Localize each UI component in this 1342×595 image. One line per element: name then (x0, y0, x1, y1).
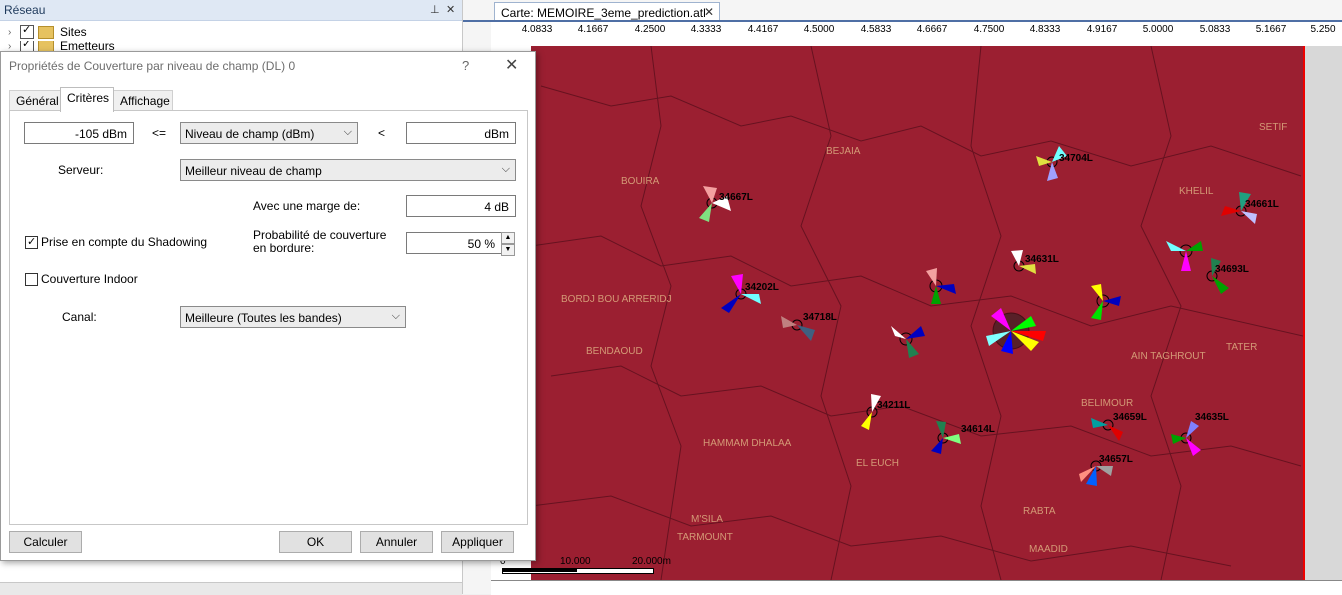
tree-item-label: Sites (60, 25, 87, 39)
field-value: 50 % (467, 237, 495, 251)
site-label: 34667L (719, 192, 753, 203)
ruler-tick: 4.3333 (690, 24, 722, 35)
operator-lt: < (378, 126, 386, 140)
tab-label: Général (16, 94, 59, 108)
tree-item-sites[interactable]: › Sites (8, 23, 87, 40)
ruler-tick: 5.0000 (1142, 24, 1174, 35)
stepper-down-icon[interactable]: ▼ (501, 244, 515, 256)
ruler-tick: 4.6667 (916, 24, 948, 35)
scale-end: 20.000m (632, 556, 671, 567)
site-label: 34704L (1059, 153, 1093, 164)
edge-probability-label-2: en bordure: (253, 241, 315, 255)
ruler-tick: 4.4167 (747, 24, 779, 35)
ruler-tick: 4.8333 (1029, 24, 1061, 35)
site-label: 34614L (961, 424, 995, 435)
shadowing-label: Prise en compte du Shadowing (41, 235, 208, 249)
ruler-tick: 4.7500 (973, 24, 1005, 35)
folder-icon (38, 41, 54, 51)
site-label: 34631L (1025, 254, 1059, 265)
help-icon[interactable]: ? (462, 58, 469, 73)
chevron-right-icon[interactable]: › (8, 27, 20, 38)
site-label: 34211L (877, 400, 911, 411)
pin-icon[interactable]: ⊥ (430, 3, 440, 16)
site-label: 34718L (803, 312, 837, 323)
indoor-checkbox[interactable] (25, 273, 38, 286)
ruler-tick: 5.0833 (1199, 24, 1231, 35)
coverage-properties-dialog: Propriétés de Couverture par niveau de c… (0, 51, 536, 561)
stepper-up-icon[interactable]: ▲ (501, 232, 515, 244)
folder-icon (38, 25, 54, 39)
site-label: 34202L (745, 282, 779, 293)
network-panel-title: Réseau (4, 3, 46, 17)
server-label: Serveur: (58, 163, 104, 177)
edge-probability-label: Probabilité de couverture (253, 228, 387, 242)
site-label: 34659L (1113, 412, 1147, 423)
shadowing-checkbox[interactable] (25, 235, 38, 249)
ruler-tick: 5.1667 (1255, 24, 1287, 35)
map-canvas[interactable]: BOUIRA BEJAIA M'SILA BORDJ BOU ARRERIDJ … (531, 46, 1303, 580)
site-label: 34635L (1195, 412, 1229, 423)
ruler-tick: 4.9167 (1086, 24, 1118, 35)
tab-general[interactable]: Général (9, 90, 61, 111)
scale-mid: 10.000 (560, 556, 591, 567)
ruler-tick: 4.1667 (577, 24, 609, 35)
close-icon[interactable]: ✕ (446, 3, 455, 16)
ruler-tick: 4.0833 (521, 24, 553, 35)
field-value: 4 dB (484, 200, 509, 214)
probability-stepper[interactable]: ▲ ▼ (501, 232, 515, 256)
margin-label: Avec une marge de: (253, 199, 361, 213)
close-icon[interactable]: ✕ (704, 5, 714, 19)
site-label: 34657L (1099, 454, 1133, 465)
criterion-select[interactable]: Niveau de champ (dBm) ⌵ (180, 122, 358, 144)
tree-item-label: Emetteurs (60, 41, 115, 51)
channel-select[interactable]: Meilleure (Toutes les bandes) ⌵ (180, 306, 406, 328)
edge-probability-field[interactable]: 50 % (406, 232, 502, 254)
site-markers (699, 146, 1257, 486)
site-label: 34693L (1215, 264, 1249, 275)
tab-map-document[interactable]: Carte: MEMOIRE_3eme_prediction.atl ✕ (494, 2, 720, 22)
channel-label: Canal: (62, 310, 97, 324)
map-tab-title: Carte: MEMOIRE_3eme_prediction.atl (501, 6, 706, 20)
tab-label: Critères (67, 91, 110, 105)
chevron-down-icon: ⌵ (391, 310, 400, 322)
tab-criteres[interactable]: Critères (60, 87, 114, 112)
tree-item-emetteurs[interactable]: › Emetteurs (8, 41, 115, 51)
min-level-field[interactable]: -105 dBm (24, 122, 134, 144)
margin-field[interactable]: 4 dB (406, 195, 516, 217)
network-panel-titlebar: Réseau ⊥ ✕ (0, 0, 462, 21)
field-value: dBm (484, 127, 509, 141)
chevron-right-icon[interactable]: › (8, 41, 20, 51)
ruler-tick: 4.2500 (634, 24, 666, 35)
site-label: 34661L (1245, 199, 1279, 210)
compute-button[interactable]: Calculer (9, 531, 82, 553)
chevron-down-icon: ⌵ (501, 163, 510, 175)
field-value: -105 dBm (74, 127, 127, 141)
close-icon[interactable]: ✕ (505, 55, 518, 75)
dialog-title: Propriétés de Couverture par niveau de c… (9, 59, 296, 73)
select-value: Niveau de champ (dBm) (185, 127, 315, 141)
tree-checkbox[interactable] (20, 41, 34, 51)
scale-bar-fill (502, 568, 577, 572)
apply-button[interactable]: Appliquer (441, 531, 514, 553)
ruler-bottom (491, 580, 1342, 595)
operator-le: <= (152, 126, 167, 140)
tab-affichage[interactable]: Affichage (113, 90, 173, 111)
tree-checkbox[interactable] (20, 23, 34, 39)
indoor-label: Couverture Indoor (41, 272, 138, 286)
criteria-panel: -105 dBm <= Niveau de champ (dBm) ⌵ < dB… (9, 110, 528, 525)
chevron-down-icon: ⌵ (343, 126, 352, 138)
panel-bottom-tabs[interactable] (0, 582, 462, 595)
ruler-tick: 5.250 (1310, 24, 1336, 35)
select-value: Meilleure (Toutes les bandes) (185, 311, 342, 325)
tab-label: Affichage (120, 94, 170, 108)
ok-button[interactable]: OK (279, 531, 352, 553)
server-select[interactable]: Meilleur niveau de champ ⌵ (180, 159, 516, 181)
ruler-tick: 4.5833 (860, 24, 892, 35)
max-level-field[interactable]: dBm (406, 122, 516, 144)
cancel-button[interactable]: Annuler (360, 531, 433, 553)
ruler-tick: 4.5000 (803, 24, 835, 35)
ruler-top: 4.0833 4.1667 4.2500 4.3333 4.4167 4.500… (491, 22, 1342, 47)
select-value: Meilleur niveau de champ (185, 164, 322, 178)
map-right-edge (1303, 46, 1342, 580)
